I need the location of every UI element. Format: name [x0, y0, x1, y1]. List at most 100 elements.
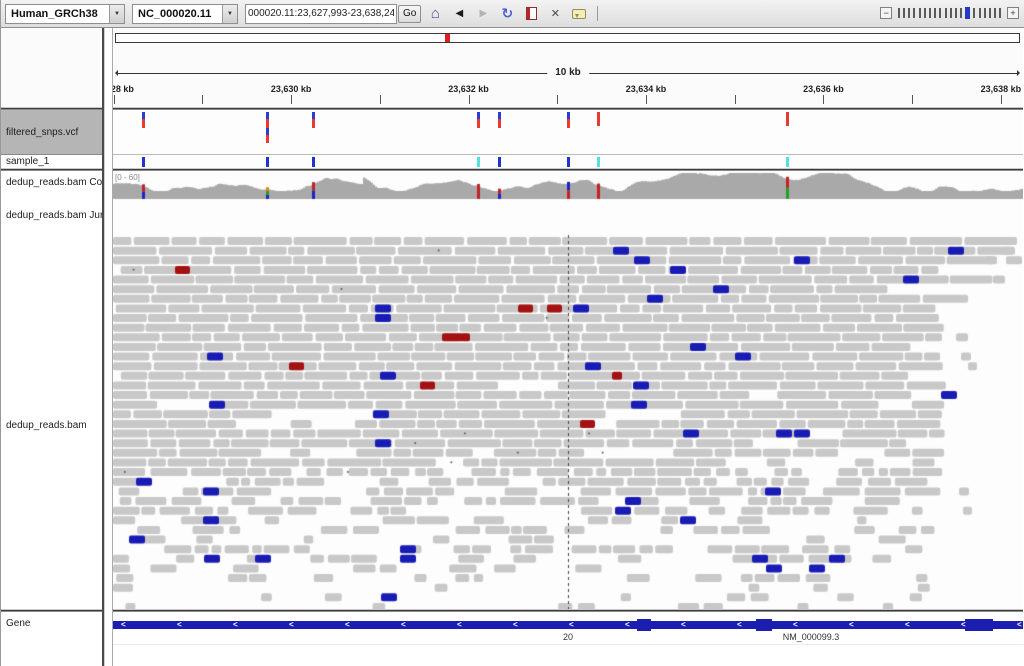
- vcf-genotype-row[interactable]: [113, 155, 1023, 168]
- genotype-mark[interactable]: [498, 157, 501, 167]
- track-name-panel: filtered_snps.vcf sample_1 dedup_reads.b…: [1, 28, 104, 666]
- genome-select[interactable]: Human_GRCh38 ▼: [5, 4, 125, 24]
- home-button[interactable]: ⌂: [423, 3, 447, 25]
- genotype-mark[interactable]: [786, 157, 789, 167]
- zoom-tick[interactable]: [924, 8, 926, 18]
- zoom-in-button[interactable]: +: [1007, 7, 1019, 19]
- track-name-coverage[interactable]: dedup_reads.bam Coverage: [6, 177, 102, 188]
- gene-body-bar[interactable]: [113, 621, 1023, 629]
- gene-track-area[interactable]: <<<<<<<<<<<<<<<<<20NM_000099.3: [113, 612, 1023, 666]
- locus-input[interactable]: [245, 4, 397, 24]
- ruler-tick-label: 23,636 kb: [803, 84, 844, 94]
- ruler-section[interactable]: 10 kb 23,628 kb23,630 kb23,632 kb23,634 …: [113, 28, 1023, 107]
- chromosome-select[interactable]: NC_000020.11 ▼: [132, 4, 238, 24]
- variant-mark[interactable]: [498, 119, 501, 128]
- zoom-tick-bar[interactable]: [896, 7, 1003, 19]
- alignments-canvas[interactable]: [113, 171, 1023, 609]
- variant-mark[interactable]: [142, 112, 145, 119]
- ruler-tick: [114, 95, 115, 104]
- zoom-tick[interactable]: [989, 8, 991, 18]
- region-tool-button[interactable]: [519, 3, 543, 25]
- genotype-mark[interactable]: [567, 157, 570, 167]
- track-name-alignments[interactable]: dedup_reads.bam: [6, 420, 87, 431]
- gene-exon[interactable]: [965, 619, 993, 631]
- variant-mark[interactable]: [266, 135, 269, 143]
- zoom-tick[interactable]: [939, 8, 941, 18]
- chevron-down-icon[interactable]: ▼: [109, 5, 124, 23]
- zoom-tick[interactable]: [979, 8, 981, 18]
- track-name-vcf[interactable]: filtered_snps.vcf: [1, 110, 102, 155]
- variant-mark[interactable]: [312, 119, 315, 128]
- back-arrow-icon: ◀: [455, 8, 463, 19]
- fit-to-window-button[interactable]: ✕: [543, 3, 567, 25]
- strand-arrow-icon: <: [345, 621, 350, 629]
- genotype-mark[interactable]: [312, 157, 315, 167]
- strand-arrow-icon: <: [961, 621, 966, 629]
- strand-arrow-icon: <: [737, 621, 742, 629]
- variant-mark[interactable]: [266, 119, 269, 128]
- zoom-out-button[interactable]: −: [880, 7, 892, 19]
- forward-arrow-icon: ▶: [479, 8, 487, 19]
- variant-mark[interactable]: [786, 112, 789, 126]
- variant-mark[interactable]: [477, 119, 480, 128]
- chromosome-ideogram[interactable]: [115, 33, 1020, 43]
- ruler-tick: [912, 95, 913, 104]
- refresh-button[interactable]: ↻: [495, 3, 519, 25]
- zoom-level-indicator[interactable]: [965, 7, 970, 19]
- variant-mark[interactable]: [266, 112, 269, 119]
- igv-window: Human_GRCh38 ▼ NC_000020.11 ▼ Go ⌂ ◀ ▶ ↻…: [0, 0, 1024, 666]
- genotype-mark[interactable]: [477, 157, 480, 167]
- zoom-tick[interactable]: [903, 8, 905, 18]
- variant-mark[interactable]: [266, 128, 269, 135]
- ruler-tick: [823, 95, 824, 104]
- variant-mark[interactable]: [477, 112, 480, 119]
- fit-to-window-icon: ✕: [551, 7, 560, 20]
- track-name-junctions[interactable]: dedup_reads.bam Junctions: [6, 210, 102, 221]
- zoom-tick[interactable]: [955, 8, 957, 18]
- gene-exon[interactable]: [756, 619, 772, 631]
- region-of-interest-icon: [526, 7, 537, 20]
- strand-arrow-icon: <: [233, 621, 238, 629]
- zoom-tick[interactable]: [960, 8, 962, 18]
- go-button[interactable]: Go: [398, 5, 421, 23]
- variant-mark[interactable]: [498, 112, 501, 119]
- zoom-tick[interactable]: [919, 8, 921, 18]
- zoom-tick[interactable]: [934, 8, 936, 18]
- strand-arrow-icon: <: [905, 621, 910, 629]
- zoom-tick[interactable]: [999, 8, 1001, 18]
- strand-arrow-icon: <: [849, 621, 854, 629]
- vcf-track-area: [113, 110, 1023, 168]
- zoom-tick[interactable]: [973, 8, 975, 18]
- ruler-tick: [380, 95, 381, 104]
- back-button[interactable]: ◀: [447, 3, 471, 25]
- strand-arrow-icon: <: [457, 621, 462, 629]
- variant-mark[interactable]: [142, 119, 145, 128]
- variant-mark[interactable]: [312, 112, 315, 119]
- zoom-tick[interactable]: [908, 8, 910, 18]
- ruler-tick-label: 23,632 kb: [448, 84, 489, 94]
- zoom-tick[interactable]: [984, 8, 986, 18]
- popup-behavior-button[interactable]: [567, 3, 591, 25]
- vcf-variant-row[interactable]: [113, 110, 1023, 155]
- strand-arrow-icon: <: [1017, 621, 1022, 629]
- strand-arrow-icon: <: [401, 621, 406, 629]
- zoom-tick[interactable]: [913, 8, 915, 18]
- genotype-mark[interactable]: [142, 157, 145, 167]
- zoom-tick[interactable]: [994, 8, 996, 18]
- ruler-tick: [557, 95, 558, 104]
- genotype-mark[interactable]: [597, 157, 600, 167]
- track-name-sample[interactable]: sample_1: [1, 155, 102, 168]
- track-name-gene[interactable]: Gene: [6, 618, 30, 629]
- variant-mark[interactable]: [597, 112, 600, 126]
- zoom-tick[interactable]: [945, 8, 947, 18]
- gene-exon[interactable]: [637, 619, 651, 631]
- chevron-down-icon[interactable]: ▼: [222, 5, 237, 23]
- zoom-tick[interactable]: [898, 8, 900, 18]
- variant-mark[interactable]: [567, 112, 570, 119]
- strand-arrow-icon: <: [289, 621, 294, 629]
- variant-mark[interactable]: [567, 119, 570, 128]
- genotype-mark[interactable]: [266, 157, 269, 167]
- zoom-tick[interactable]: [950, 8, 952, 18]
- ruler-tick: [202, 95, 203, 104]
- zoom-tick[interactable]: [929, 8, 931, 18]
